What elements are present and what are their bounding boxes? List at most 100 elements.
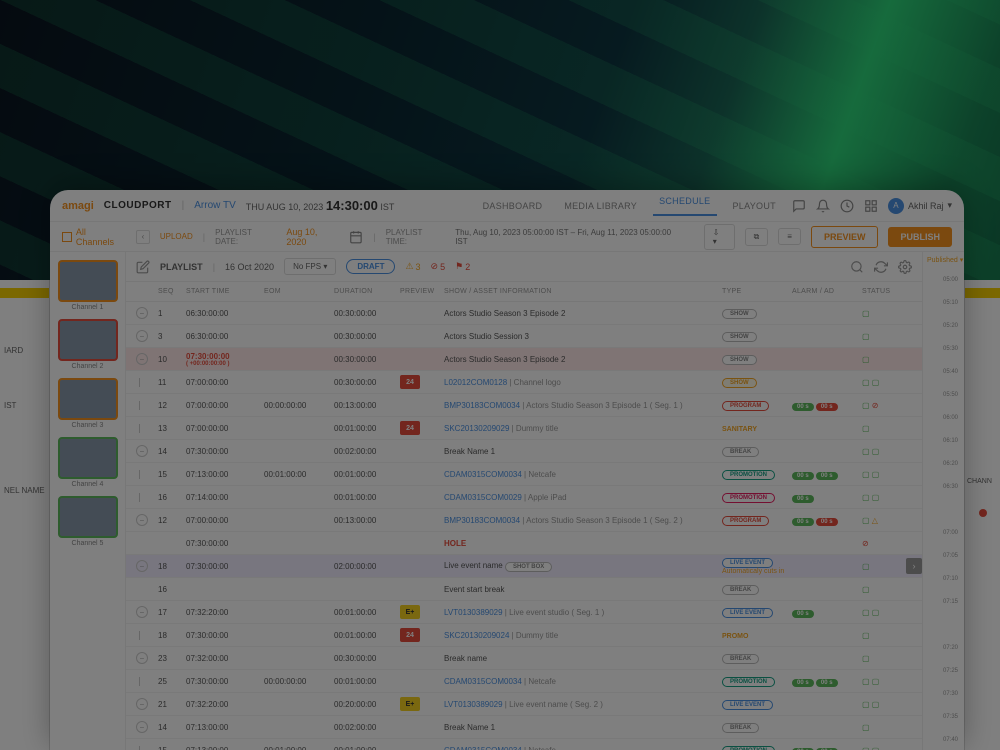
playlist-row[interactable]: 07:30:00:00HOLE⊘ [126, 532, 922, 555]
row-expand-arrow[interactable]: › [906, 558, 922, 574]
col-dur[interactable]: DURATION [334, 288, 400, 295]
chevron-down-icon[interactable]: ▾ [960, 256, 964, 264]
playlist-row[interactable]: 1207:00:00:0000:00:00:0000:13:00:00BMP30… [126, 394, 922, 417]
upload-button[interactable]: UPLOAD [160, 232, 193, 241]
flag-count[interactable]: ⚑ 2 [455, 261, 470, 272]
col-alarm[interactable]: ALARM / AD [792, 288, 862, 295]
cell-type: LIVE EVENT [722, 699, 792, 710]
playlist-row[interactable]: –1007:30:00:00( +00:00:00:00 )00:30:00:0… [126, 348, 922, 371]
col-seq[interactable]: SEQ [158, 288, 186, 295]
list-button[interactable]: ≡ [778, 228, 801, 245]
clock-icon[interactable] [840, 199, 854, 213]
playlist-row[interactable]: 1507:13:00:0000:01:00:0000:01:00:00CDAM0… [126, 463, 922, 486]
playlist-row[interactable]: –1707:32:20:0000:01:00:00E+LVT0130389029… [126, 601, 922, 624]
expand-icon[interactable]: – [136, 307, 148, 319]
playlist-row[interactable]: –306:30:00:0000:30:00:00Actors Studio Se… [126, 325, 922, 348]
refresh-icon[interactable] [874, 260, 888, 274]
cell-start: 07:13:00:00 [186, 470, 264, 479]
warning-count[interactable]: ⚠ 3 [405, 261, 420, 272]
cell-status: ▢ ⊘ [862, 401, 912, 410]
calendar-icon[interactable] [349, 230, 363, 244]
asset-link[interactable]: CDAM0315COM0034 [444, 470, 522, 479]
cell-status: ▢ ▢ [862, 608, 912, 617]
expand-icon[interactable]: – [136, 721, 148, 733]
expand-icon[interactable]: – [136, 560, 148, 572]
status-icon: ▢ [862, 608, 870, 617]
asset-link[interactable]: BMP30183COM0034 [444, 516, 520, 525]
channel-title[interactable]: Arrow TV [194, 200, 236, 211]
playlist-row[interactable]: –106:30:00:0000:30:00:00Actors Studio Se… [126, 302, 922, 325]
nav-playout[interactable]: PLAYOUT [727, 201, 782, 211]
cell-type: PROGRAM [722, 515, 792, 526]
asset-link[interactable]: LVT0130389029 [444, 700, 503, 709]
cell-seq: 18 [158, 631, 186, 640]
channel-card[interactable]: Channel 3 [56, 378, 119, 429]
asset-link[interactable]: CDAM0315COM0029 [444, 493, 522, 502]
cell-eom: 00:00:00:00 [264, 401, 334, 410]
search-icon[interactable] [850, 260, 864, 274]
collapse-sidebar-button[interactable]: ‹ [136, 230, 150, 244]
export-button[interactable]: ⇩ ▾ [704, 224, 735, 250]
asset-link[interactable]: SKC20130209024 [444, 631, 509, 640]
channel-card[interactable]: Channel 1 [56, 260, 119, 311]
playlist-row[interactable]: –2307:32:00:0000:30:00:00Break nameBREAK… [126, 647, 922, 670]
chat-icon[interactable] [792, 199, 806, 213]
copy-button[interactable]: ⧉ [745, 228, 769, 246]
preview-button[interactable]: PREVIEW [811, 226, 879, 248]
tree-line-icon [139, 470, 140, 479]
playlist-row[interactable]: –2107:32:20:0000:20:00:00E+LVT0130389029… [126, 693, 922, 716]
nav-media[interactable]: MEDIA LIBRARY [558, 201, 643, 211]
date-picker[interactable]: Aug 10, 2020 [286, 227, 339, 247]
asset-link[interactable]: L02012COM0128 [444, 378, 507, 387]
asset-link[interactable]: LVT0130389029 [444, 608, 503, 617]
expand-icon[interactable]: – [136, 606, 148, 618]
playlist-row[interactable]: –1407:13:00:0000:02:00:00Break Name 1BRE… [126, 716, 922, 739]
channel-card[interactable]: Channel 5 [56, 496, 119, 547]
playlist-row[interactable]: 1807:30:00:0000:01:00:0024SKC20130209024… [126, 624, 922, 647]
cell-alarm: 00 s [792, 608, 862, 617]
user-menu[interactable]: A Akhil Raj ▾ [888, 198, 952, 214]
error-count[interactable]: ⊘ 5 [431, 261, 446, 272]
nav-dashboard[interactable]: DASHBOARD [477, 201, 549, 211]
publish-button[interactable]: PUBLISH [888, 227, 952, 247]
col-start[interactable]: START TIME [186, 288, 264, 295]
asset-link[interactable]: SKC20130209029 [444, 424, 509, 433]
playlist-row[interactable]: 2507:30:00:0000:00:00:0000:01:00:00CDAM0… [126, 670, 922, 693]
playlist-row[interactable]: –1807:30:00:0002:00:00:00Live event name… [126, 555, 922, 578]
col-type[interactable]: TYPE [722, 288, 792, 295]
bell-icon[interactable] [816, 199, 830, 213]
nav-schedule[interactable]: SCHEDULE [653, 196, 716, 216]
channel-card[interactable]: Channel 2 [56, 319, 119, 370]
channel-card[interactable]: Channel 4 [56, 437, 119, 488]
col-eom[interactable]: EOM [264, 288, 334, 295]
playlist-row[interactable]: 1307:00:00:0000:01:00:0024SKC20130209029… [126, 417, 922, 440]
expand-icon[interactable]: – [136, 353, 148, 365]
playlist-header: PLAYLIST | 16 Oct 2020 No FPS ▾ DRAFT ⚠ … [126, 252, 922, 282]
cell-preview: 24 [400, 375, 444, 389]
settings-icon[interactable] [898, 260, 912, 274]
all-channels-toggle[interactable]: All Channels [62, 227, 126, 247]
col-preview[interactable]: PREVIEW [400, 288, 444, 295]
col-asset[interactable]: SHOW / ASSET INFORMATION [444, 288, 722, 295]
cell-seq: 15 [158, 470, 186, 479]
grid-icon[interactable] [864, 199, 878, 213]
asset-link[interactable]: BMP30183COM0034 [444, 401, 520, 410]
cell-start: 07:13:00:00 [186, 723, 264, 732]
channel-thumbnail [58, 437, 118, 479]
playlist-row[interactable]: 1507:13:00:0000:01:00:0000:01:00:00CDAM0… [126, 739, 922, 750]
playlist-row[interactable]: –1207:00:00:0000:13:00:00BMP30183COM0034… [126, 509, 922, 532]
col-status[interactable]: STATUS [862, 288, 912, 295]
playlist-row[interactable]: 1107:00:00:0000:30:00:0024L02012COM0128 … [126, 371, 922, 394]
asset-link[interactable]: CDAM0315COM0034 [444, 677, 522, 686]
edit-icon[interactable] [136, 260, 150, 274]
playlist-row[interactable]: –1407:30:00:0000:02:00:00Break Name 1BRE… [126, 440, 922, 463]
playlist-row[interactable]: 1607:14:00:0000:01:00:00CDAM0315COM0029 … [126, 486, 922, 509]
expand-icon[interactable]: – [136, 698, 148, 710]
expand-icon[interactable]: – [136, 652, 148, 664]
playlist-row[interactable]: 16Event start breakBREAK▢ [126, 578, 922, 601]
asset-link[interactable]: CDAM0315COM0034 [444, 746, 522, 750]
expand-icon[interactable]: – [136, 514, 148, 526]
expand-icon[interactable]: – [136, 445, 148, 457]
fps-dropdown[interactable]: No FPS ▾ [284, 258, 336, 275]
expand-icon[interactable]: – [136, 330, 148, 342]
